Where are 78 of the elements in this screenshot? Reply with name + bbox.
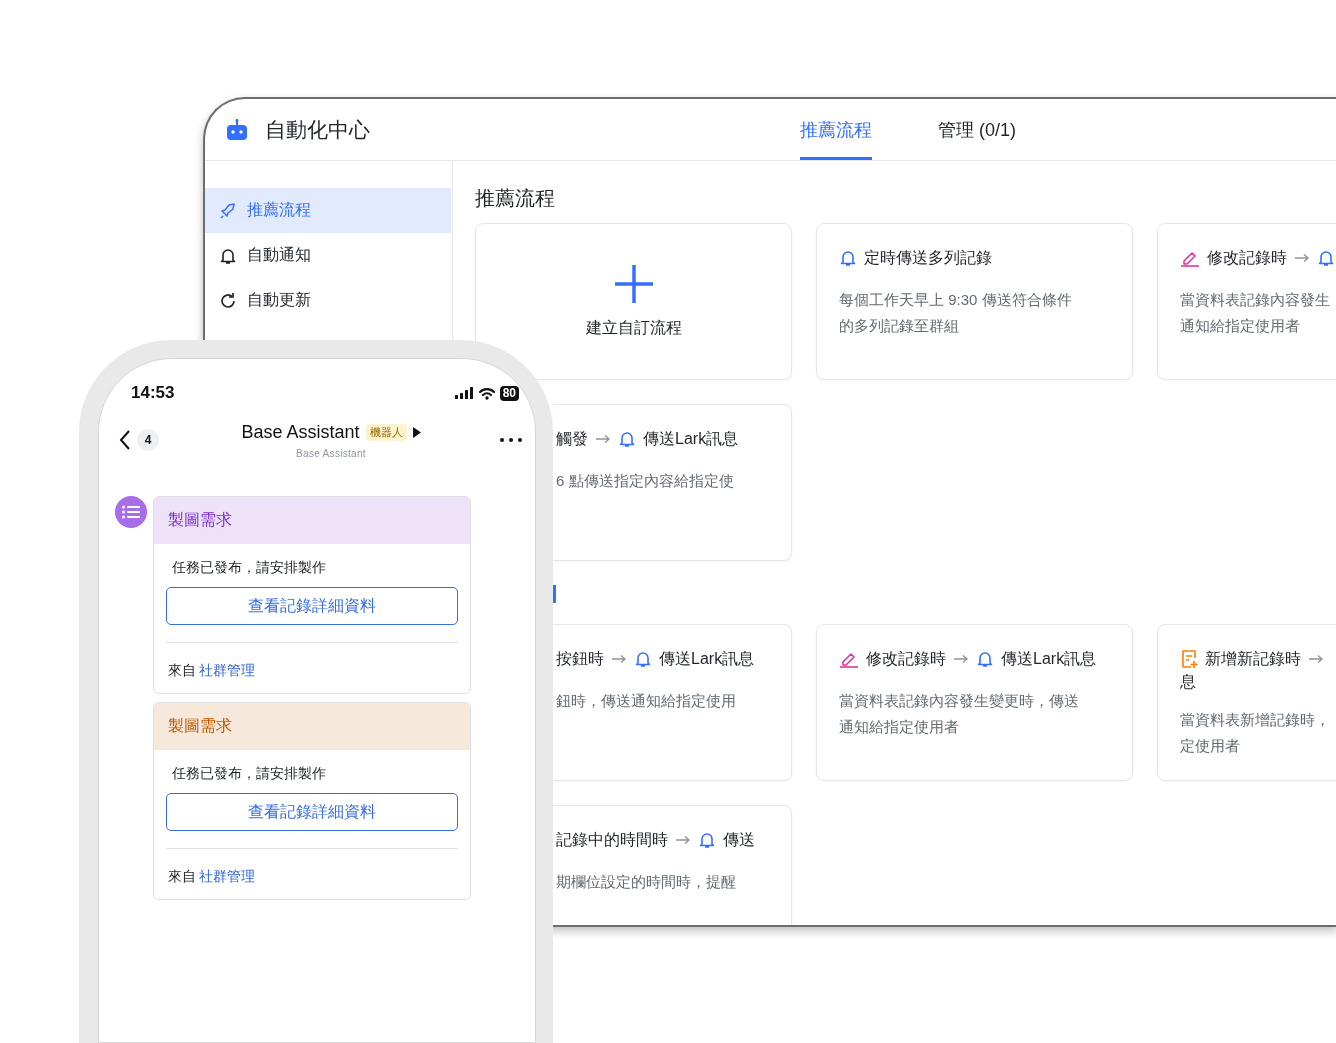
bell-icon: [1317, 249, 1335, 267]
card-description: 每個工作天早上 9:30 傳送符合條件: [839, 290, 1073, 310]
source-label: 來自: [168, 662, 196, 678]
action-text: 傳送Lark訊息: [643, 428, 739, 449]
trigger-text: 定時傳送多列記錄: [864, 247, 992, 268]
card-description: 鈕時，傳送通知給指定使用: [556, 691, 737, 711]
card-description: 定使用者: [1180, 736, 1241, 756]
card-description: 期欄位設定的時間時，提醒: [556, 872, 737, 892]
action-text: 傳送Lark訊息: [1001, 648, 1097, 669]
trigger-text: 修改記錄時: [1207, 247, 1287, 268]
trigger-text: 修改記錄時: [866, 648, 946, 669]
card-description: 當資料表新增記錄時，: [1180, 710, 1331, 730]
sidebar-item[interactable]: 自動更新: [205, 278, 451, 323]
source-link[interactable]: 社群管理: [199, 662, 255, 678]
source-label: 來自: [168, 868, 196, 884]
status-time: 14:53: [131, 383, 176, 403]
bell-icon: [634, 650, 652, 668]
card-title: 製圖需求: [168, 716, 232, 736]
card-description: 當資料表記錄內容發生變更時，傳送: [839, 691, 1080, 711]
pencil-icon: [1180, 249, 1200, 267]
card-title: 製圖需求: [168, 510, 232, 530]
message-text: 任務已發布，請安排製作: [171, 558, 327, 577]
plus-icon: [613, 264, 654, 304]
bell-icon: [219, 246, 237, 265]
arrow-right-icon: [611, 654, 627, 664]
back-icon: [119, 429, 131, 451]
card-description: 當資料表記錄內容發生: [1180, 290, 1331, 310]
battery-level: 80: [499, 385, 519, 401]
arrow-right-icon: [595, 434, 611, 444]
bell-icon: [976, 650, 994, 668]
pencil-icon: [839, 650, 859, 668]
flow-card[interactable]: 定時傳送多列記錄 每個工作天早上 9:30 傳送符合條件 的多列記錄至群組: [816, 223, 1133, 380]
tab[interactable]: 管理 (0/1): [938, 99, 1016, 160]
arrow-right-icon: [675, 835, 691, 845]
robot-icon: [225, 118, 249, 141]
app-title: 自動化中心: [265, 116, 370, 143]
action-text: 傳送Lark訊息: [659, 648, 755, 669]
trigger-text: 觸發: [556, 428, 588, 449]
card-description: 通知給指定使用者: [1180, 316, 1301, 336]
action-text: 息: [1180, 673, 1196, 690]
card-description: 的多列記錄至群組: [839, 316, 960, 336]
chat-subtitle: Base Assistant: [296, 447, 366, 459]
chat-title: Base Assistant: [241, 421, 360, 443]
section-title: 推薦流程: [475, 186, 556, 211]
bell-icon: [698, 831, 716, 849]
trigger-text: 新增新記錄時: [1205, 648, 1301, 669]
more-icon: [499, 437, 523, 443]
list-icon: [122, 505, 140, 519]
bot-tag: 機器人: [365, 423, 407, 441]
arrow-right-icon: [953, 654, 969, 664]
arrow-right-icon: [1294, 253, 1310, 263]
message-text: 任務已發布，請安排製作: [171, 764, 327, 783]
view-details-button[interactable]: 查看記錄詳細資料: [166, 793, 458, 831]
tab[interactable]: 推薦流程: [800, 99, 872, 160]
document-plus-icon: [1180, 649, 1198, 669]
bell-icon: [839, 249, 857, 267]
flow-card[interactable]: 修改記錄時 傳送Lark訊息 當資料表記錄內容發生變更時，傳送 通知給指定使用者: [816, 624, 1133, 781]
refresh-icon: [219, 291, 237, 310]
trigger-text: 記錄中的時間時: [556, 829, 668, 850]
arrow-right-icon: [1308, 654, 1324, 664]
trigger-text: 按鈕時: [556, 648, 604, 669]
flow-card[interactable]: 修改記錄時 當資料表記錄內容發生 通知給指定使用者: [1157, 223, 1336, 380]
view-details-button[interactable]: 查看記錄詳細資料: [166, 587, 458, 625]
rocket-icon: [219, 201, 237, 220]
card-description: 6 點傳送指定內容給指定使: [556, 471, 735, 491]
source-link[interactable]: 社群管理: [199, 868, 255, 884]
flow-card[interactable]: 新增新記錄時 息 當資料表新增記錄時， 定使用者: [1157, 624, 1336, 781]
signal-icon: [454, 387, 474, 399]
wifi-icon: [477, 386, 496, 400]
card-label: 建立自訂流程: [585, 318, 682, 338]
sidebar-item[interactable]: 推薦流程: [205, 188, 451, 233]
unread-count: 4: [137, 429, 159, 451]
section-marker: [553, 585, 556, 603]
play-icon: [412, 426, 421, 438]
action-text: 傳送: [723, 829, 755, 850]
bell-icon: [618, 430, 636, 448]
sidebar-item[interactable]: 自動通知: [205, 233, 451, 278]
card-description: 通知給指定使用者: [839, 717, 960, 737]
